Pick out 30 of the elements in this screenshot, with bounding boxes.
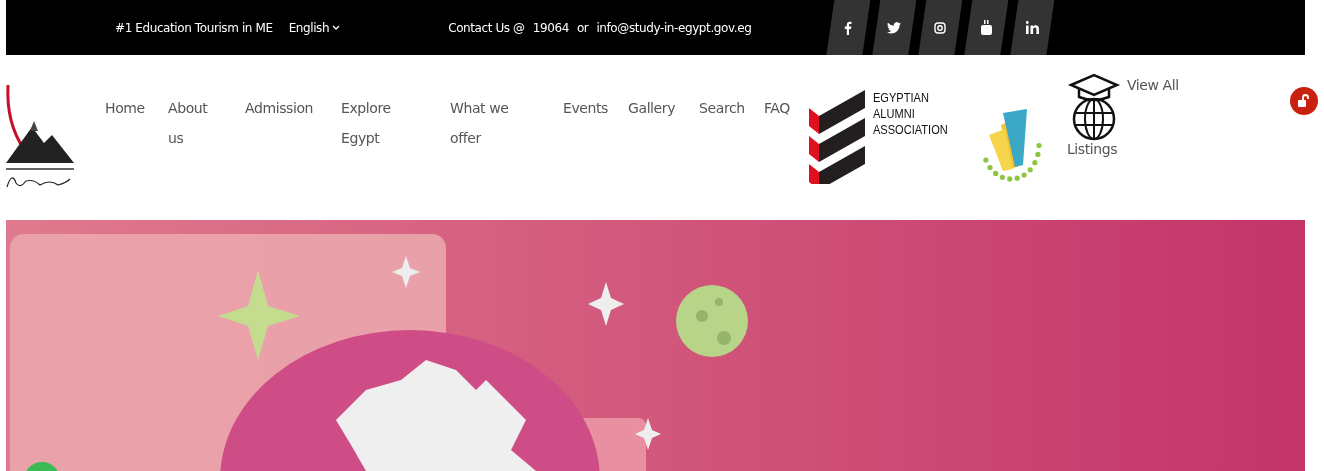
view-all-listings-link[interactable]: View All Listings [1066, 73, 1179, 157]
tagline-text: #1 Education Tourism in ME [115, 20, 273, 35]
phone-number: 19064 [532, 20, 569, 35]
nav-link[interactable]: Events [563, 93, 628, 123]
nav-link[interactable]: About us [168, 93, 245, 153]
nav-link[interactable]: What we offer [450, 93, 563, 153]
nav-link[interactable]: Search [699, 93, 764, 123]
social-link[interactable] [918, 0, 963, 55]
or-text: or [576, 20, 589, 35]
nav-link[interactable]: Gallery [628, 93, 699, 123]
nav-link[interactable]: Explore Egypt [341, 93, 450, 153]
graduation-globe-icon [1066, 73, 1121, 143]
nav-link[interactable]: Admission [245, 93, 341, 123]
instagram-icon [934, 21, 947, 34]
twitter-icon [887, 21, 902, 34]
chevron-icon [332, 25, 341, 30]
lock-button[interactable] [1290, 87, 1318, 115]
social-link[interactable] [964, 0, 1009, 55]
language-dropdown[interactable]: English [288, 20, 341, 35]
contact-label: Contact Us @ [448, 20, 525, 35]
email-address: info@study-in-egypt.gov.eg [596, 20, 752, 35]
social-link[interactable] [872, 0, 917, 55]
nav-link[interactable]: FAQ [764, 93, 809, 123]
linkedin-icon [1025, 21, 1039, 34]
alumni-association-logo-text: EGYPTIAN ALUMNI ASSOCIATION [873, 90, 948, 139]
nav-link[interactable]: Home [105, 93, 168, 123]
social-link[interactable] [1010, 0, 1055, 55]
facebook-icon [844, 20, 853, 35]
youtube-icon [980, 20, 992, 35]
unlock-icon [1298, 94, 1310, 108]
